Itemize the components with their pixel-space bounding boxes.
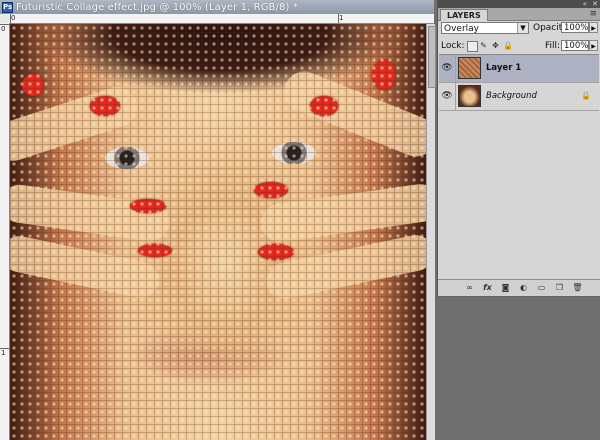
opacity-slider-button[interactable]: ▶ (589, 22, 598, 33)
lock-all-icon[interactable]: 🔒 (503, 41, 513, 50)
new-layer-icon[interactable]: ❐ (554, 283, 565, 293)
vertical-scrollbar[interactable] (426, 24, 436, 440)
ruler-label-one: 1 (1, 349, 6, 357)
close-icon[interactable]: ✕ (592, 0, 598, 8)
horizontal-ruler[interactable]: 0 1 (9, 14, 434, 24)
ruler-label-one: 1 (339, 14, 344, 22)
trash-icon[interactable]: 🗑 (572, 283, 583, 293)
panel-menu-icon[interactable]: ≡ (589, 9, 597, 19)
photoshop-document-icon: Ps (2, 1, 13, 13)
layer-row-layer-1[interactable]: 👁 Layer 1 (439, 55, 599, 83)
panel-header-strip: « ✕ (438, 0, 600, 8)
layer-name: Background (486, 91, 537, 101)
layers-panel: « ✕ LAYERS ≡ Overlay ▼ Opacity: 100% ▶ L… (437, 0, 600, 297)
opacity-input[interactable]: 100% (561, 22, 589, 33)
blend-opacity-row: Overlay ▼ Opacity: 100% ▶ (441, 22, 599, 36)
ruler-tick (10, 14, 11, 23)
lock-label: Lock: (441, 41, 465, 51)
layer-name: Layer 1 (486, 63, 522, 73)
fill-label: Fill: (545, 41, 561, 51)
folder-icon[interactable]: ▭ (536, 283, 547, 293)
image-canvas[interactable] (10, 24, 426, 440)
layer-row-background[interactable]: 👁 Background 🔒 (439, 83, 599, 111)
panel-tab-bar: LAYERS ≡ (438, 8, 600, 21)
tab-layers[interactable]: LAYERS (440, 9, 488, 21)
document-window: Ps Futuristic Collage effect.jpg @ 100% … (0, 0, 436, 440)
adjustment-icon[interactable]: ◐ (518, 283, 529, 293)
chevron-down-icon[interactable]: ▼ (517, 23, 528, 33)
fx-icon[interactable]: fx (482, 283, 493, 293)
ruler-tick (338, 14, 339, 23)
lock-move-icon[interactable]: ✥ (491, 41, 500, 50)
blend-mode-value: Overlay (444, 24, 479, 34)
document-title-bar[interactable]: Ps Futuristic Collage effect.jpg @ 100% … (0, 0, 434, 15)
link-icon[interactable]: ∞ (464, 283, 475, 293)
scrollbar-thumb[interactable] (428, 26, 436, 88)
layers-list: 👁 Layer 1 👁 Background 🔒 (439, 54, 599, 273)
document-title: Futuristic Collage effect.jpg @ 100% (La… (16, 1, 298, 13)
ruler-tick (0, 348, 9, 349)
ruler-label-zero: 0 (11, 14, 16, 22)
layer-lock-icon: 🔒 (581, 91, 591, 100)
lock-transparency-icon[interactable] (467, 41, 478, 52)
lock-brush-icon[interactable]: ✎ (479, 41, 488, 50)
layer-thumbnail (458, 85, 481, 107)
layer-thumbnail (458, 57, 481, 79)
collapse-icon[interactable]: « (583, 0, 587, 8)
ruler-label-zero: 0 (1, 25, 6, 33)
panel-footer-toolbar: ∞ fx ◙ ◐ ▭ ❐ 🗑 (438, 279, 600, 296)
fill-input[interactable]: 100% (561, 40, 589, 51)
collage-texture-overlay (10, 24, 426, 440)
vertical-ruler[interactable]: 0 1 (0, 23, 10, 440)
mask-icon[interactable]: ◙ (500, 283, 511, 293)
visibility-eye-icon[interactable]: 👁 (439, 83, 456, 110)
visibility-eye-icon[interactable]: 👁 (439, 55, 456, 82)
ruler-tick (0, 24, 9, 25)
blend-mode-select[interactable]: Overlay ▼ (441, 22, 529, 34)
fill-slider-button[interactable]: ▶ (589, 40, 598, 51)
lock-fill-row: Lock: ✎ ✥ 🔒 Fill: 100% ▶ (441, 40, 599, 54)
